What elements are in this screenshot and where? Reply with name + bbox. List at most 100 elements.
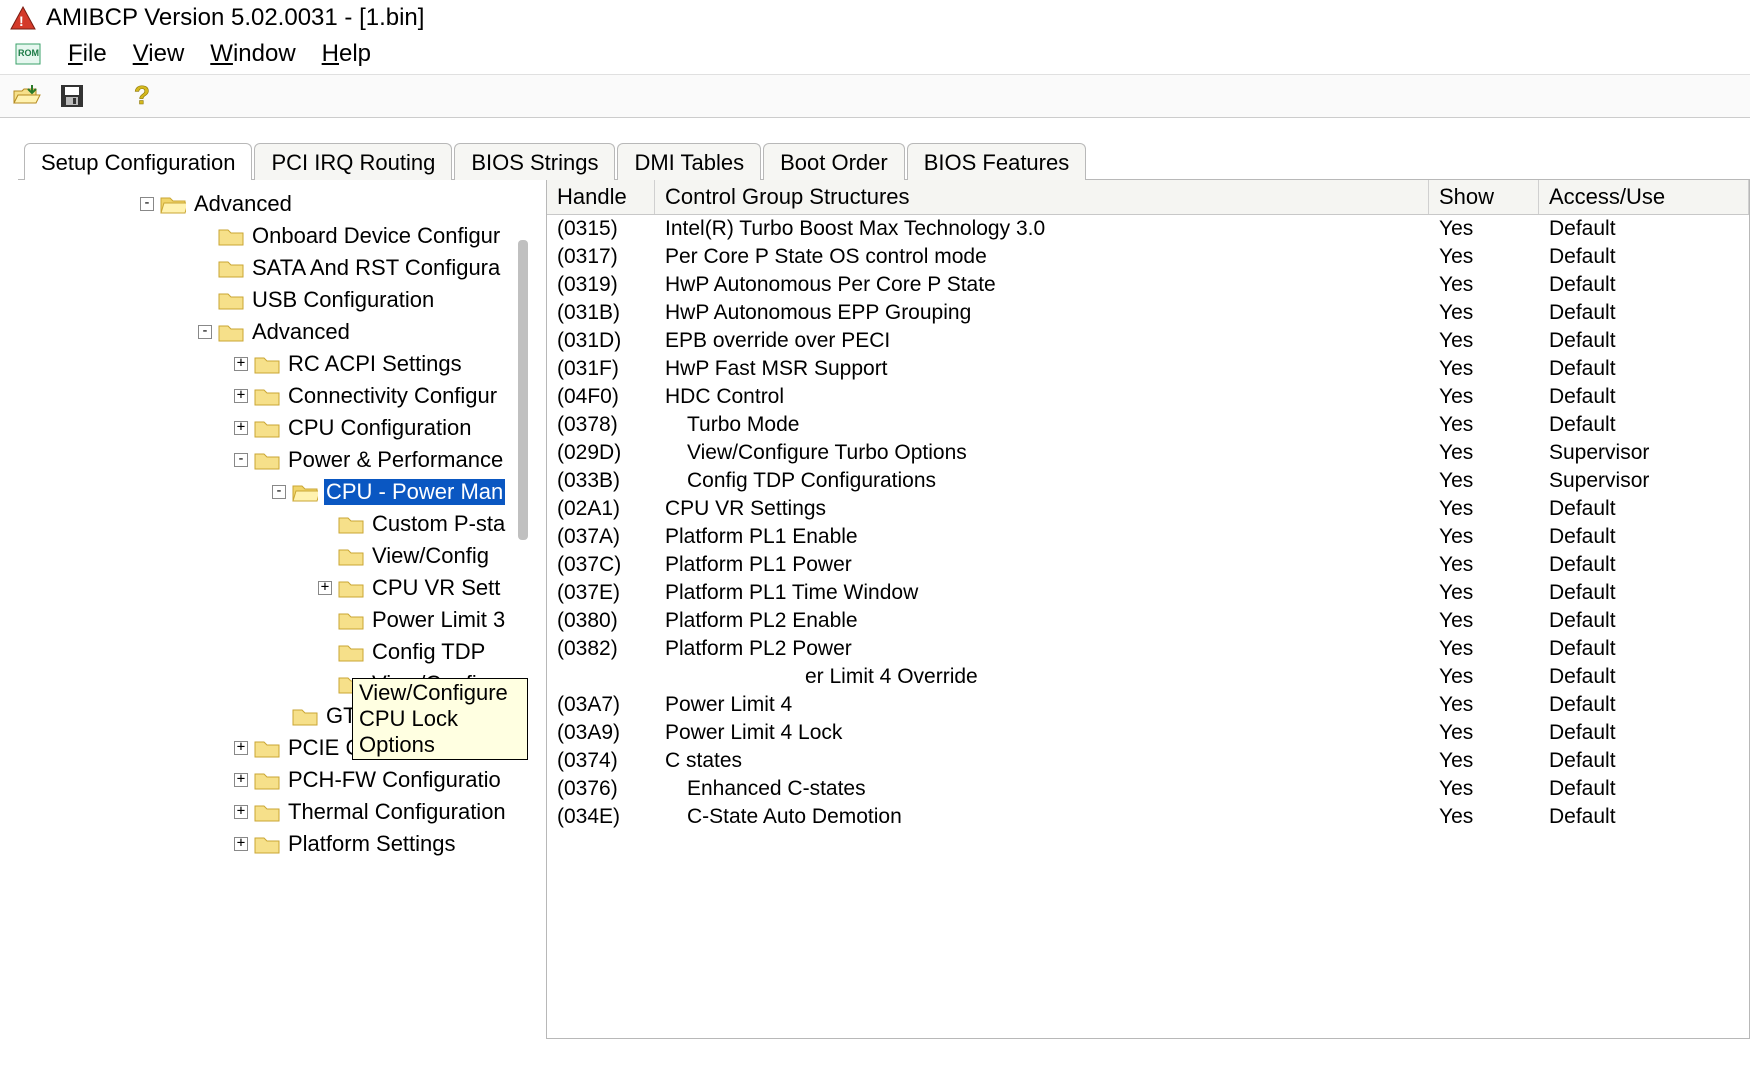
help-button[interactable]	[128, 81, 162, 111]
column-header-access-use[interactable]: Access/Use	[1539, 180, 1749, 214]
tree-expander[interactable]: -	[272, 485, 286, 499]
tab-bios-strings[interactable]: BIOS Strings	[454, 143, 615, 180]
tree-item-cpu-power-man[interactable]: CPU - Power Man	[324, 479, 505, 505]
tree-item-view-config[interactable]: View/Config	[370, 543, 491, 569]
table-row[interactable]: (0380)Platform PL2 EnableYesDefault	[547, 607, 1749, 635]
tree-expander[interactable]: +	[234, 389, 248, 403]
table-row[interactable]: (03A9)Power Limit 4 LockYesDefault	[547, 719, 1749, 747]
tree-scrollbar-thumb[interactable]	[518, 240, 528, 540]
menu-view[interactable]: View	[133, 40, 185, 68]
tree-expander[interactable]: +	[234, 773, 248, 787]
tree-expander[interactable]: +	[234, 357, 248, 371]
table-row[interactable]: (029D)View/Configure Turbo OptionsYesSup…	[547, 439, 1749, 467]
save-button[interactable]	[56, 81, 90, 111]
table-row[interactable]: (031F)HwP Fast MSR SupportYesDefault	[547, 355, 1749, 383]
menu-help[interactable]: Help	[322, 40, 371, 68]
tree-item-usb-configuration[interactable]: USB Configuration	[250, 287, 436, 313]
cell-show: Yes	[1429, 413, 1539, 437]
tree-expander[interactable]: +	[234, 805, 248, 819]
cell-name: Enhanced C-states	[655, 777, 1429, 801]
tab-boot-order[interactable]: Boot Order	[763, 143, 905, 180]
tree-item-power-limit-3[interactable]: Power Limit 3	[370, 607, 507, 633]
tree-item-thermal-configuration[interactable]: Thermal Configuration	[286, 799, 508, 825]
tree-item-advanced[interactable]: Advanced	[192, 191, 294, 217]
tree-expander[interactable]: -	[198, 325, 212, 339]
tab-setup-configuration[interactable]: Setup Configuration	[24, 143, 252, 180]
cell-access: Default	[1539, 721, 1749, 745]
cell-access: Default	[1539, 609, 1749, 633]
cell-access: Default	[1539, 413, 1749, 437]
tree-expander-blank	[318, 517, 332, 531]
table-row[interactable]: (0374)C statesYesDefault	[547, 747, 1749, 775]
table-row[interactable]: (0376)Enhanced C-statesYesDefault	[547, 775, 1749, 803]
tab-bios-features[interactable]: BIOS Features	[907, 143, 1087, 180]
tree-expander-blank	[318, 677, 332, 691]
table-row[interactable]: (0319)HwP Autonomous Per Core P StateYes…	[547, 271, 1749, 299]
cell-handle: (0376)	[547, 777, 655, 801]
column-header-control-group-structures[interactable]: Control Group Structures	[655, 180, 1429, 214]
cell-show: Yes	[1429, 525, 1539, 549]
cell-access: Default	[1539, 217, 1749, 241]
cell-access: Default	[1539, 777, 1749, 801]
tree-item-connectivity-configur[interactable]: Connectivity Configur	[286, 383, 499, 409]
tree-expander[interactable]: +	[234, 421, 248, 435]
tree-expander[interactable]: -	[140, 197, 154, 211]
cell-name: Platform PL1 Power	[655, 553, 1429, 577]
cell-access: Default	[1539, 693, 1749, 717]
tree-item-cpu-configuration[interactable]: CPU Configuration	[286, 415, 473, 441]
cell-show: Yes	[1429, 273, 1539, 297]
tree-item-config-tdp[interactable]: Config TDP	[370, 639, 487, 665]
tree-item-sata-and-rst-configura[interactable]: SATA And RST Configura	[250, 255, 502, 281]
tree-expander-blank	[272, 709, 286, 723]
tree-expander[interactable]: +	[318, 581, 332, 595]
table-row[interactable]: (037E)Platform PL1 Time WindowYesDefault	[547, 579, 1749, 607]
folder-icon	[218, 258, 244, 278]
folder-icon	[254, 450, 280, 470]
menu-file[interactable]: File	[68, 40, 107, 68]
cell-name: HwP Autonomous EPP Grouping	[655, 301, 1429, 325]
cell-handle: (0380)	[547, 609, 655, 633]
table-row[interactable]: (031B)HwP Autonomous EPP GroupingYesDefa…	[547, 299, 1749, 327]
tree-expander-blank	[318, 549, 332, 563]
column-header-show[interactable]: Show	[1429, 180, 1539, 214]
tree-item-advanced[interactable]: Advanced	[250, 319, 352, 345]
cell-access: Default	[1539, 805, 1749, 829]
table-row[interactable]: (03A7)Power Limit 4YesDefault	[547, 691, 1749, 719]
table-row[interactable]: (033B)Config TDP ConfigurationsYesSuperv…	[547, 467, 1749, 495]
table-pane: HandleControl Group StructuresShowAccess…	[546, 180, 1750, 1039]
cell-show: Yes	[1429, 693, 1539, 717]
table-row[interactable]: (031D)EPB override over PECIYesDefault	[547, 327, 1749, 355]
tree-item-custom-p-sta[interactable]: Custom P-sta	[370, 511, 507, 537]
table-row[interactable]: (0315)Intel(R) Turbo Boost Max Technolog…	[547, 215, 1749, 243]
tree-item-platform-settings[interactable]: Platform Settings	[286, 831, 458, 857]
tree-item-power-performance[interactable]: Power & Performance	[286, 447, 505, 473]
table-row[interactable]: (037A)Platform PL1 EnableYesDefault	[547, 523, 1749, 551]
table-row[interactable]: (02A1)CPU VR SettingsYesDefault	[547, 495, 1749, 523]
cell-access: Default	[1539, 497, 1749, 521]
tab-dmi-tables[interactable]: DMI Tables	[617, 143, 761, 180]
menu-window[interactable]: Window	[210, 40, 295, 68]
column-header-handle[interactable]: Handle	[547, 180, 655, 214]
tab-pci-irq-routing[interactable]: PCI IRQ Routing	[254, 143, 452, 180]
cell-access: Default	[1539, 273, 1749, 297]
folder-icon	[338, 578, 364, 598]
table-row[interactable]: (0378)Turbo ModeYesDefault	[547, 411, 1749, 439]
cell-name: Intel(R) Turbo Boost Max Technology 3.0	[655, 217, 1429, 241]
table-row[interactable]: er Limit 4 OverrideYesDefault	[547, 663, 1749, 691]
tree-item-onboard-device-configur[interactable]: Onboard Device Configur	[250, 223, 502, 249]
cell-name: Power Limit 4 Lock	[655, 721, 1429, 745]
tree-item-pch-fw-configuratio[interactable]: PCH-FW Configuratio	[286, 767, 503, 793]
table-row[interactable]: (0382)Platform PL2 PowerYesDefault	[547, 635, 1749, 663]
cell-name: Platform PL2 Enable	[655, 609, 1429, 633]
tree-expander[interactable]: +	[234, 837, 248, 851]
table-row[interactable]: (034E)C-State Auto DemotionYesDefault	[547, 803, 1749, 831]
tree-item-cpu-vr-sett[interactable]: CPU VR Sett	[370, 575, 502, 601]
table-row[interactable]: (037C)Platform PL1 PowerYesDefault	[547, 551, 1749, 579]
open-button[interactable]	[10, 81, 44, 111]
table-row[interactable]: (04F0)HDC ControlYesDefault	[547, 383, 1749, 411]
cell-name: Platform PL2 Power	[655, 637, 1429, 661]
tree-expander[interactable]: +	[234, 741, 248, 755]
table-row[interactable]: (0317)Per Core P State OS control modeYe…	[547, 243, 1749, 271]
tree-expander[interactable]: -	[234, 453, 248, 467]
tree-item-rc-acpi-settings[interactable]: RC ACPI Settings	[286, 351, 464, 377]
